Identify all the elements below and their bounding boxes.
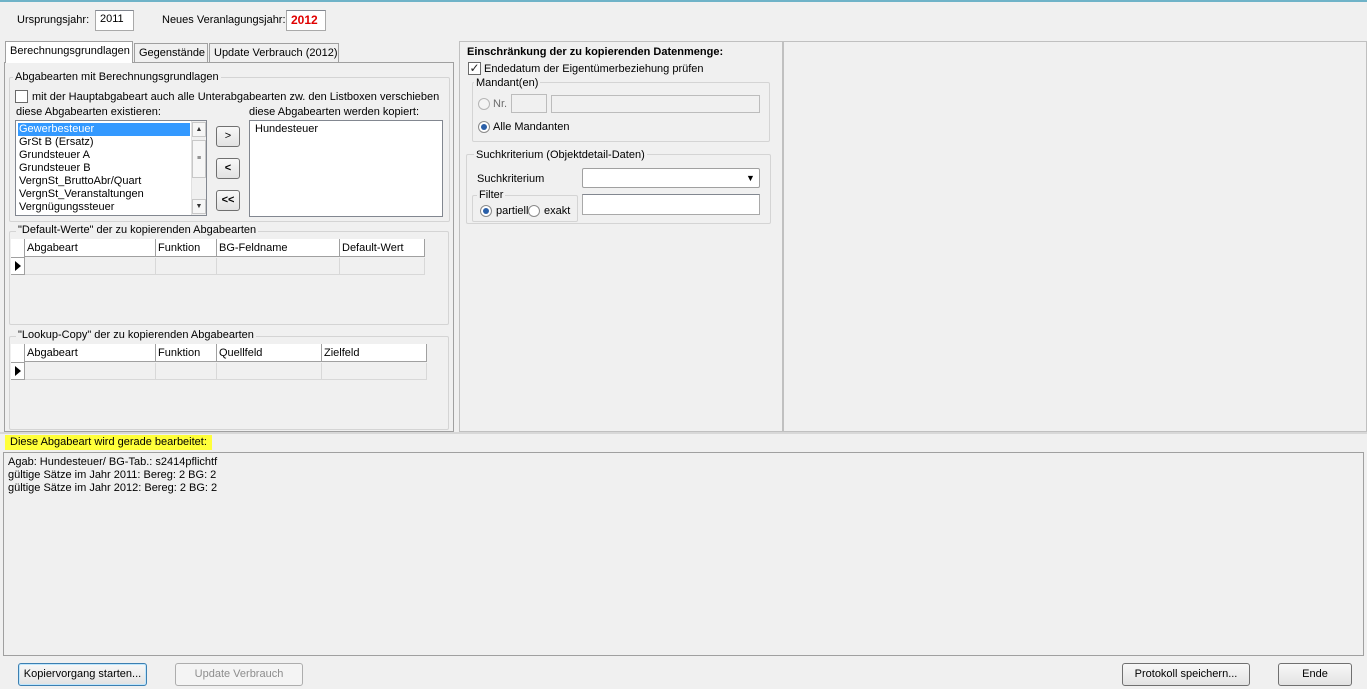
radio-alle-mandanten[interactable] (478, 121, 490, 133)
radio-partiell[interactable] (480, 205, 492, 217)
move-right-button[interactable]: > (216, 126, 240, 147)
row-indicator[interactable] (11, 258, 25, 275)
radio-exakt-label: exakt (544, 205, 571, 217)
grid-corner (11, 344, 25, 363)
radio-alle-label: Alle Mandanten (493, 121, 570, 133)
list-item[interactable]: VergnSt_Veranstaltungen (18, 188, 144, 201)
list-item[interactable]: Grundsteuer A (18, 149, 90, 162)
tab-gegenstaende[interactable]: Gegenstände (134, 43, 208, 62)
chevron-down-icon[interactable]: ▼ (746, 173, 755, 183)
list-item[interactable]: Grundsteuer B (18, 162, 91, 175)
einschraenkung-title: Einschränkung der zu kopierenden Datenme… (467, 46, 724, 58)
radio-exakt[interactable] (528, 205, 540, 217)
ursprungsjahr-field[interactable]: 2011 (95, 10, 134, 31)
scroll-up-icon[interactable]: ▲ (192, 122, 206, 137)
protokoll-speichern-button[interactable]: Protokoll speichern... (1122, 663, 1250, 686)
column-header[interactable]: Quellfeld (217, 344, 322, 362)
radio-nr[interactable] (478, 98, 490, 110)
list-item[interactable]: GrSt B (Ersatz) (18, 136, 94, 149)
mandant-nr-field[interactable] (511, 94, 547, 113)
list-item[interactable]: Gewerbesteuer (18, 123, 190, 136)
exist-label: diese Abgabearten existieren: (16, 106, 161, 118)
list-item[interactable]: Hundesteuer (254, 123, 318, 136)
lookup-copy-grid[interactable]: Abgabeart Funktion Quellfeld Zielfeld (11, 344, 447, 428)
abgabearten-group-title: Abgabearten mit Berechnungsgrundlagen (13, 71, 221, 83)
log-line: Agab: Hundesteuer/ BG-Tab.: s2414pflicht… (8, 456, 218, 468)
radio-nr-label: Nr. (493, 98, 508, 110)
row-indicator[interactable] (11, 363, 25, 380)
tab-update-verbrauch[interactable]: Update Verbrauch (2012) (209, 43, 339, 62)
filter-group-title: Filter (477, 189, 506, 201)
neues-jahr-label: Neues Veranlagungsjahr: (162, 14, 286, 26)
column-header[interactable]: Default-Wert (340, 239, 425, 257)
neues-jahr-field[interactable]: 2012 (286, 10, 326, 31)
table-cell[interactable] (217, 363, 322, 380)
endedatum-checkbox-label: Endedatum der Eigentümerbeziehung prüfen (484, 63, 704, 75)
ende-button[interactable]: Ende (1278, 663, 1352, 686)
tab-berechnungsgrundlagen[interactable]: Berechnungsgrundlagen (5, 41, 133, 63)
copy-abgabearten-listbox[interactable]: Hundesteuer (249, 120, 443, 217)
table-cell[interactable] (25, 363, 156, 380)
default-werte-grid[interactable]: Abgabeart Funktion BG-Feldname Default-W… (11, 239, 447, 323)
log-line: gültige Sätze im Jahr 2011: Bereg: 2 BG:… (8, 469, 217, 481)
window-top-line (0, 0, 1367, 2)
kopiervorgang-starten-button[interactable]: Kopiervorgang starten... (18, 663, 147, 686)
list-item[interactable]: VergnSt_BruttoAbr/Quart (18, 175, 141, 188)
column-header[interactable]: Zielfeld (322, 344, 427, 362)
filter-input[interactable] (582, 194, 760, 215)
mandant-group-title: Mandant(en) (474, 77, 541, 89)
scroll-thumb[interactable]: ≡ (192, 140, 206, 178)
row-pointer-icon (15, 366, 21, 376)
move-all-left-button[interactable]: << (216, 190, 240, 211)
radio-partiell-label: partiell (496, 205, 529, 217)
column-header[interactable]: BG-Feldname (217, 239, 340, 257)
row-pointer-icon (15, 261, 21, 271)
empty-right-panel (783, 41, 1367, 432)
list-item[interactable]: Vergnügungssteuer (18, 201, 114, 214)
column-header[interactable]: Abgabeart (25, 239, 156, 257)
mandant-name-field[interactable] (551, 95, 760, 113)
table-cell[interactable] (156, 363, 217, 380)
unterabgabearten-checkbox[interactable] (15, 90, 28, 103)
scroll-down-icon[interactable]: ▼ (192, 199, 206, 214)
copy-label: diese Abgabearten werden kopiert: (249, 106, 420, 118)
column-header[interactable]: Abgabeart (25, 344, 156, 362)
lookup-copy-title: "Lookup-Copy" der zu kopierenden Abgabea… (16, 329, 256, 341)
log-textarea[interactable]: Agab: Hundesteuer/ BG-Tab.: s2414pflicht… (3, 452, 1364, 656)
column-header[interactable]: Funktion (156, 239, 217, 257)
update-verbrauch-button[interactable]: Update Verbrauch (175, 663, 303, 686)
column-header[interactable]: Funktion (156, 344, 217, 362)
status-label: Diese Abgabeart wird gerade bearbeitet: (5, 435, 212, 450)
default-werte-title: "Default-Werte" der zu kopierenden Abgab… (16, 224, 259, 236)
list-scrollbar[interactable]: ▲ ≡ ▼ (191, 121, 206, 215)
ursprungsjahr-label: Ursprungsjahr: (17, 14, 90, 26)
suchkriterium-group-title: Suchkriterium (Objektdetail-Daten) (474, 149, 647, 161)
table-cell[interactable] (322, 363, 427, 380)
suchkriterium-combobox[interactable]: ▼ (582, 168, 760, 188)
endedatum-checkbox[interactable] (468, 62, 481, 75)
table-cell[interactable] (340, 258, 425, 275)
table-cell[interactable] (156, 258, 217, 275)
grid-corner (11, 239, 25, 258)
suchkriterium-label: Suchkriterium (477, 173, 545, 185)
log-line: gültige Sätze im Jahr 2012: Bereg: 2 BG:… (8, 482, 218, 494)
unterabgabearten-checkbox-label: mit der Hauptabgabeart auch alle Unterab… (32, 91, 440, 103)
splitter[interactable] (0, 432, 1367, 434)
existing-abgabearten-listbox[interactable]: Gewerbesteuer GrSt B (Ersatz) Grundsteue… (15, 120, 207, 216)
table-cell[interactable] (25, 258, 156, 275)
move-left-button[interactable]: < (216, 158, 240, 179)
table-cell[interactable] (217, 258, 340, 275)
